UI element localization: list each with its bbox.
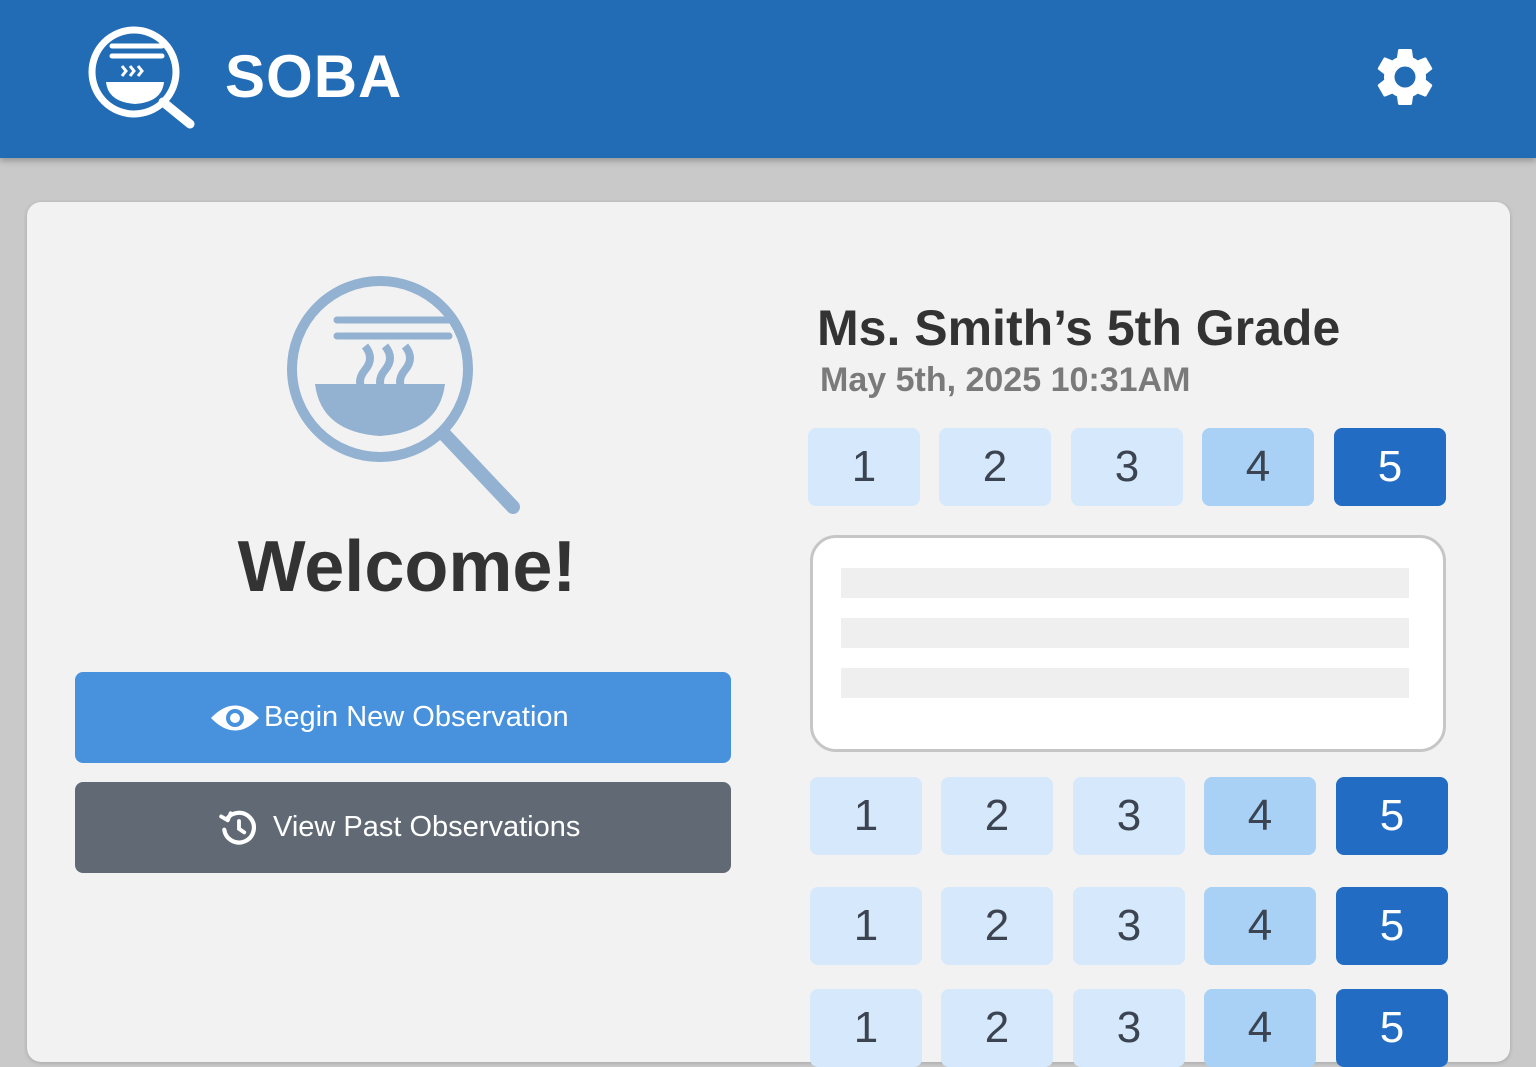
rating-button-5[interactable]: 5	[1336, 887, 1448, 965]
main-card: Welcome! Begin New Observation View Past…	[27, 202, 1510, 1067]
rating-button-3[interactable]: 3	[1073, 777, 1185, 855]
rating-button-1[interactable]: 1	[808, 428, 920, 506]
history-icon	[219, 810, 256, 845]
soba-bowl-search-icon	[287, 276, 520, 514]
rating-button-4[interactable]: 4	[1204, 777, 1316, 855]
eye-icon	[211, 705, 259, 730]
placeholder-line	[841, 568, 1409, 598]
rating-button-2[interactable]: 2	[941, 777, 1053, 855]
view-past-observations-button[interactable]: View Past Observations	[75, 782, 731, 873]
rating-button-2[interactable]: 2	[939, 428, 1051, 506]
soba-bowl-search-icon[interactable]	[86, 26, 198, 130]
class-title: Ms. Smith’s 5th Grade	[817, 300, 1341, 356]
placeholder-line	[841, 618, 1409, 648]
rating-button-4[interactable]: 4	[1202, 428, 1314, 506]
rating-button-2[interactable]: 2	[941, 989, 1053, 1067]
rating-button-5[interactable]: 5	[1334, 428, 1446, 506]
placeholder-line	[841, 668, 1409, 698]
rating-button-3[interactable]: 3	[1073, 989, 1185, 1067]
rating-button-4[interactable]: 4	[1204, 887, 1316, 965]
begin-observation-label: Begin New Observation	[264, 701, 569, 733]
rating-button-5[interactable]: 5	[1336, 989, 1448, 1067]
app-name: SOBA	[225, 43, 403, 110]
app-header: SOBA	[0, 0, 1536, 158]
rating-button-1[interactable]: 1	[810, 777, 922, 855]
observation-datetime: May 5th, 2025 10:31AM	[820, 361, 1191, 399]
rating-button-5[interactable]: 5	[1336, 777, 1448, 855]
view-past-observations-label: View Past Observations	[273, 811, 581, 843]
rating-button-3[interactable]: 3	[1073, 887, 1185, 965]
notes-textarea[interactable]	[810, 535, 1446, 752]
rating-button-1[interactable]: 1	[810, 989, 922, 1067]
rating-button-1[interactable]: 1	[810, 887, 922, 965]
welcome-heading: Welcome!	[237, 527, 577, 607]
begin-observation-button[interactable]: Begin New Observation	[75, 672, 731, 763]
gear-icon[interactable]	[1370, 42, 1440, 112]
rating-button-4[interactable]: 4	[1204, 989, 1316, 1067]
rating-button-2[interactable]: 2	[941, 887, 1053, 965]
rating-button-3[interactable]: 3	[1071, 428, 1183, 506]
